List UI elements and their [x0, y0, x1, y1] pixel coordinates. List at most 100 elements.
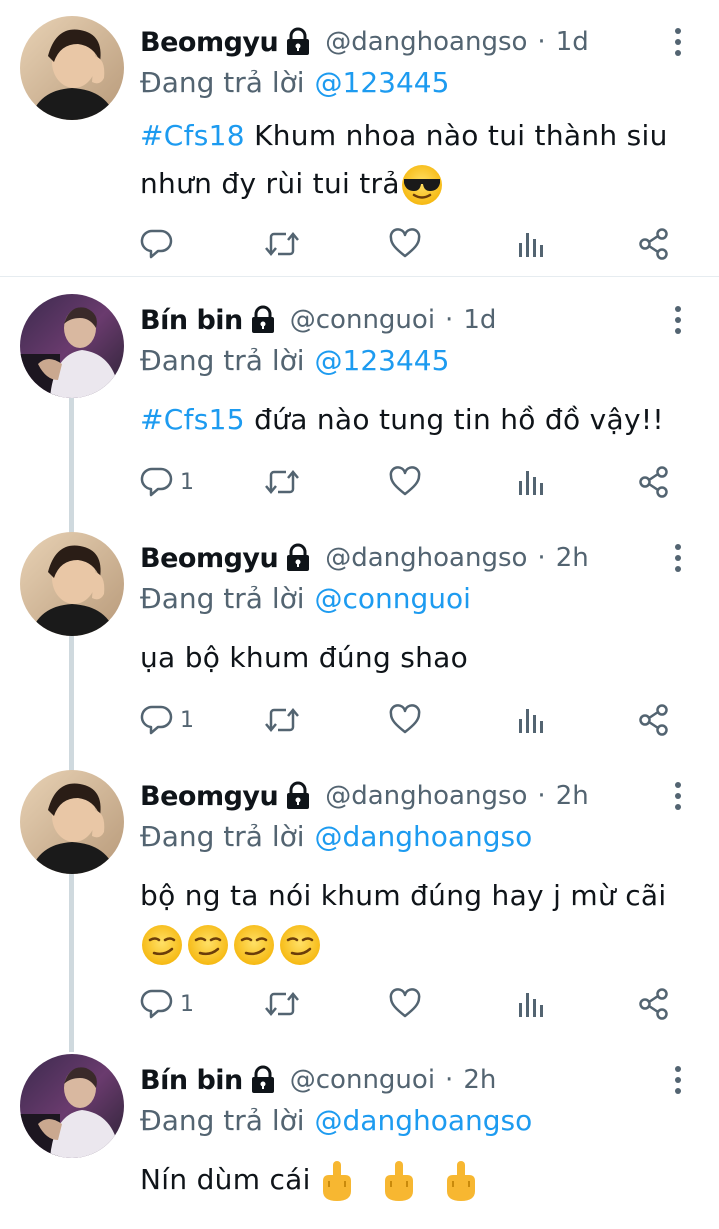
user-handle[interactable]: @danghoangso: [325, 781, 527, 811]
views-button[interactable]: [516, 700, 546, 740]
like-button[interactable]: [388, 224, 422, 264]
reply-button[interactable]: 1: [140, 984, 194, 1024]
reply-button[interactable]: [140, 224, 180, 264]
display-name[interactable]: Beomgyu: [140, 27, 279, 58]
middle-finger-emoji: [439, 1159, 483, 1203]
views-button[interactable]: [516, 462, 546, 502]
tweet-body: đứa nào tung tin hồ đồ vậy!!: [244, 403, 664, 436]
retweet-button[interactable]: [264, 700, 300, 740]
timestamp[interactable]: 1d: [463, 305, 496, 335]
mention-link[interactable]: @123445: [315, 344, 450, 377]
tweet-text: Nín dùm cái: [140, 1156, 700, 1204]
tweet-text: #Cfs18 Khum nhoa nào tui thành siu nhưn …: [140, 112, 700, 208]
share-button[interactable]: [638, 462, 670, 502]
reply-button[interactable]: 1: [140, 462, 194, 502]
tweet-body: bộ ng ta nói khum đúng hay j mừ cãi: [140, 879, 667, 912]
views-icon: [519, 993, 543, 1017]
lock-icon: [248, 1065, 278, 1095]
tweet[interactable]: Bín bin @connguoi · 1d Đang trả lời @1234…: [0, 278, 719, 514]
share-button[interactable]: [638, 984, 670, 1024]
replying-label: Đang trả lời: [140, 66, 305, 99]
more-icon[interactable]: [668, 1064, 688, 1096]
reply-icon: [140, 705, 173, 735]
user-handle[interactable]: @connguoi: [290, 1065, 435, 1095]
retweet-icon: [265, 992, 299, 1016]
timestamp[interactable]: 1d: [556, 27, 589, 57]
smirking-face-emoji: [278, 923, 322, 967]
like-icon: [389, 704, 421, 734]
like-icon: [389, 228, 421, 258]
smirking-face-emoji: [140, 923, 184, 967]
tweet[interactable]: Beomgyu @danghoangso · 2h Đang trả lời @d…: [0, 754, 719, 1034]
replying-to: Đang trả lời @danghoangso: [140, 1104, 532, 1137]
tweet-body: Nín dùm cái: [140, 1163, 311, 1196]
views-icon: [519, 709, 543, 733]
mention-link[interactable]: @123445: [315, 66, 450, 99]
lock-icon: [248, 305, 278, 335]
reply-button[interactable]: 1: [140, 700, 194, 740]
reply-icon: [140, 467, 173, 497]
views-icon: [519, 471, 543, 495]
display-name[interactable]: Beomgyu: [140, 781, 279, 812]
display-name[interactable]: Bín bin: [140, 1065, 243, 1096]
like-button[interactable]: [388, 700, 422, 740]
tweet-actions: 1: [140, 984, 680, 1024]
lock-icon: [283, 543, 313, 573]
tweet-actions: [140, 224, 680, 264]
share-icon: [639, 704, 668, 736]
share-button[interactable]: [638, 224, 670, 264]
hashtag-link[interactable]: #Cfs18: [140, 119, 245, 152]
separator-dot: ·: [445, 305, 454, 335]
avatar[interactable]: [20, 770, 124, 874]
avatar[interactable]: [20, 532, 124, 636]
replying-to: Đang trả lời @danghoangso: [140, 820, 532, 853]
sunglasses-face-emoji: [400, 163, 444, 207]
avatar[interactable]: [20, 16, 124, 120]
replying-label: Đang trả lời: [140, 344, 305, 377]
like-icon: [389, 466, 421, 496]
lock-icon: [283, 27, 313, 57]
tweet[interactable]: Beomgyu @danghoangso · 2h Đang trả lời @c…: [0, 516, 719, 752]
like-button[interactable]: [388, 462, 422, 502]
user-handle[interactable]: @danghoangso: [325, 27, 527, 57]
timestamp[interactable]: 2h: [463, 1065, 496, 1095]
smirking-face-emoji: [232, 923, 276, 967]
reply-count: 1: [180, 469, 194, 495]
avatar[interactable]: [20, 294, 124, 398]
share-button[interactable]: [638, 700, 670, 740]
tweet[interactable]: Beomgyu @danghoangso · 1d Đang trả lời @1…: [0, 0, 719, 277]
views-button[interactable]: [516, 224, 546, 264]
more-icon[interactable]: [668, 26, 688, 58]
separator-dot: ·: [537, 781, 546, 811]
views-button[interactable]: [516, 984, 546, 1024]
views-icon: [519, 233, 543, 257]
tweet[interactable]: Bín bin @connguoi · 2h Đang trả lời @dang…: [0, 1038, 719, 1229]
mention-link[interactable]: @connguoi: [315, 582, 471, 615]
tweet-text: #Cfs15 đứa nào tung tin hồ đồ vậy!!: [140, 396, 700, 444]
hashtag-link[interactable]: #Cfs15: [140, 403, 245, 436]
timestamp[interactable]: 2h: [556, 543, 589, 573]
more-icon[interactable]: [668, 304, 688, 336]
emoji-row: [140, 920, 700, 968]
more-icon[interactable]: [668, 780, 688, 812]
mention-link[interactable]: @danghoangso: [315, 820, 533, 853]
retweet-button[interactable]: [264, 984, 300, 1024]
user-handle[interactable]: @danghoangso: [325, 543, 527, 573]
timestamp[interactable]: 2h: [556, 781, 589, 811]
retweet-button[interactable]: [264, 224, 300, 264]
like-icon: [389, 988, 421, 1018]
replying-to: Đang trả lời @123445: [140, 344, 449, 377]
display-name[interactable]: Bín bin: [140, 305, 243, 336]
replying-to: Đang trả lời @123445: [140, 66, 449, 99]
share-icon: [639, 466, 668, 498]
mention-link[interactable]: @danghoangso: [315, 1104, 533, 1137]
like-button[interactable]: [388, 984, 422, 1024]
display-name[interactable]: Beomgyu: [140, 543, 279, 574]
retweet-button[interactable]: [264, 462, 300, 502]
more-icon[interactable]: [668, 542, 688, 574]
user-handle[interactable]: @connguoi: [290, 305, 435, 335]
replying-to: Đang trả lời @connguoi: [140, 582, 471, 615]
replying-label: Đang trả lời: [140, 820, 305, 853]
lock-icon: [283, 781, 313, 811]
avatar[interactable]: [20, 1054, 124, 1158]
